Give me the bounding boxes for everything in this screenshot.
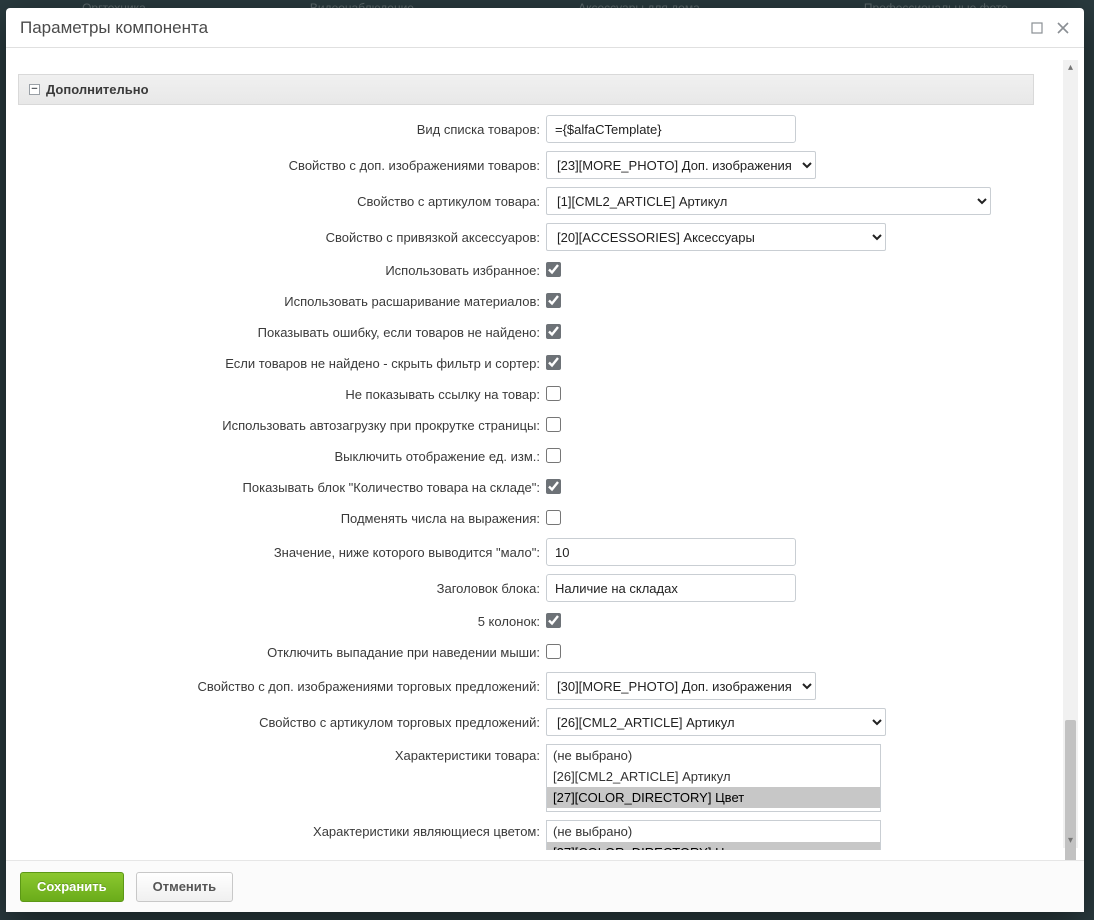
select-offer-article[interactable]: [26][CML2_ARTICLE] Артикул xyxy=(546,708,886,736)
checkbox-disable-units[interactable] xyxy=(546,448,561,463)
checkbox-five-cols[interactable] xyxy=(546,613,561,628)
label-accessories: Свойство с привязкой аксессуаров: xyxy=(18,230,546,245)
label-block-title: Заголовок блока: xyxy=(18,581,546,596)
label-more-photo: Свойство с доп. изображениями товаров: xyxy=(18,158,546,173)
scroll-down-icon[interactable]: ▾ xyxy=(1063,833,1078,848)
checkbox-hide-filter[interactable] xyxy=(546,355,561,370)
label-low-value: Значение, ниже которого выводится "мало"… xyxy=(18,545,546,560)
listbox-option[interactable]: (не выбрано) xyxy=(547,745,880,766)
label-color-props: Характеристики являющиеся цветом: xyxy=(18,820,546,839)
checkbox-show-stock-block[interactable] xyxy=(546,479,561,494)
cancel-button[interactable]: Отменить xyxy=(136,872,234,902)
scroll-area: − Дополнительно Вид списка товаров: Свой… xyxy=(18,58,1060,850)
label-hide-link: Не показывать ссылку на товар: xyxy=(18,387,546,402)
checkbox-autoload[interactable] xyxy=(546,417,561,432)
label-article: Свойство с артикулом товара: xyxy=(18,194,546,209)
label-autoload: Использовать автозагрузку при прокрутке … xyxy=(18,418,546,433)
dialog-body: − Дополнительно Вид списка товаров: Свой… xyxy=(6,48,1084,860)
listbox-option[interactable]: [27][COLOR_DIRECTORY] Цвет xyxy=(547,787,880,808)
minimize-icon[interactable] xyxy=(1030,21,1044,35)
label-use-favorite: Использовать избранное: xyxy=(18,263,546,278)
input-list-view[interactable] xyxy=(546,115,796,143)
label-replace-numbers: Подменять числа на выражения: xyxy=(18,511,546,526)
select-offer-more-photo[interactable]: [30][MORE_PHOTO] Доп. изображения xyxy=(546,672,816,700)
select-accessories[interactable]: [20][ACCESSORIES] Аксессуары xyxy=(546,223,886,251)
label-disable-units: Выключить отображение ед. изм.: xyxy=(18,449,546,464)
checkbox-use-share[interactable] xyxy=(546,293,561,308)
scroll-up-icon[interactable]: ▴ xyxy=(1063,60,1078,75)
label-show-stock-block: Показывать блок "Количество товара на ск… xyxy=(18,480,546,495)
label-five-cols: 5 колонок: xyxy=(18,614,546,629)
listbox-color-props[interactable]: (не выбрано)[27][COLOR_DIRECTORY] Цвет[2… xyxy=(546,820,881,850)
label-offer-article: Свойство с артикулом торговых предложени… xyxy=(18,715,546,730)
input-block-title[interactable] xyxy=(546,574,796,602)
checkbox-show-error[interactable] xyxy=(546,324,561,339)
label-product-props: Характеристики товара: xyxy=(18,744,546,763)
close-icon[interactable] xyxy=(1056,21,1070,35)
label-list-view: Вид списка товаров: xyxy=(18,122,546,137)
section-title: Дополнительно xyxy=(46,82,149,97)
checkbox-replace-numbers[interactable] xyxy=(546,510,561,525)
listbox-option[interactable]: [27][COLOR_DIRECTORY] Цвет xyxy=(547,842,880,850)
section-additional-header[interactable]: − Дополнительно xyxy=(18,74,1034,105)
component-params-dialog: Параметры компонента − Дополнительно Вид… xyxy=(6,8,1084,912)
label-disable-hover: Отключить выпадание при наведении мыши: xyxy=(18,645,546,660)
listbox-option[interactable]: [26][CML2_ARTICLE] Артикул xyxy=(547,766,880,787)
dialog-title: Параметры компонента xyxy=(20,18,208,38)
select-more-photo[interactable]: [23][MORE_PHOTO] Доп. изображения xyxy=(546,151,816,179)
save-button[interactable]: Сохранить xyxy=(20,872,124,902)
vertical-scrollbar[interactable]: ▴ ▾ xyxy=(1063,60,1078,848)
label-hide-filter: Если товаров не найдено - скрыть фильтр … xyxy=(18,356,546,371)
label-offer-more-photo: Свойство с доп. изображениями торговых п… xyxy=(18,679,546,694)
label-show-error: Показывать ошибку, если товаров не найде… xyxy=(18,325,546,340)
listbox-product-props[interactable]: (не выбрано)[26][CML2_ARTICLE] Артикул[2… xyxy=(546,744,881,812)
checkbox-hide-link[interactable] xyxy=(546,386,561,401)
listbox-option[interactable]: (не выбрано) xyxy=(547,821,880,842)
dialog-header: Параметры компонента xyxy=(6,8,1084,48)
select-article[interactable]: [1][CML2_ARTICLE] Артикул xyxy=(546,187,991,215)
checkbox-disable-hover[interactable] xyxy=(546,644,561,659)
label-use-share: Использовать расшаривание материалов: xyxy=(18,294,546,309)
dialog-footer: Сохранить Отменить xyxy=(6,860,1084,912)
checkbox-use-favorite[interactable] xyxy=(546,262,561,277)
input-low-value[interactable] xyxy=(546,538,796,566)
collapse-icon[interactable]: − xyxy=(29,84,40,95)
